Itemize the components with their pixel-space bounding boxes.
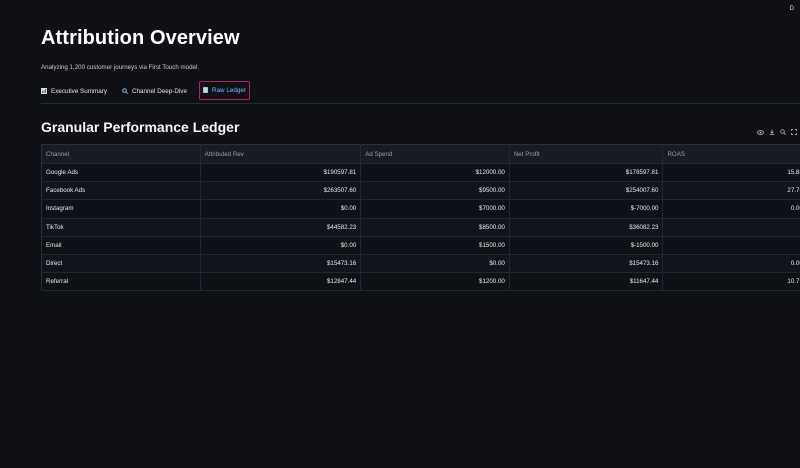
column-header-roas[interactable]: ROAS [662, 144, 800, 164]
cell-channel: TikTok [41, 218, 201, 237]
bar-chart-icon [41, 87, 47, 96]
cell-channel: Referral [41, 272, 201, 292]
cell-ad-spend: $1500.00 [360, 236, 510, 255]
cell-roas: 5. [662, 218, 800, 237]
cell-attributed-rev: $44582.23 [200, 218, 362, 237]
top-right-menu[interactable]: D [790, 6, 794, 12]
cell-attributed-rev: $263507.60 [200, 181, 362, 201]
search-icon[interactable] [780, 129, 786, 137]
cell-net-profit: $11647.44 [509, 272, 664, 292]
cell-net-profit: $36082.23 [509, 218, 664, 237]
cell-channel: Google Ads [41, 163, 201, 183]
tab-channel-deep-dive[interactable]: Channel Deep-Dive [122, 83, 187, 100]
column-header-ad-spend[interactable]: Ad Spend [360, 144, 510, 164]
document-icon [203, 86, 208, 95]
table-row[interactable]: Referral $12847.44 $1200.00 $11647.44 10… [41, 272, 800, 292]
cell-net-profit: $15473.16 [509, 254, 664, 274]
tab-executive-summary[interactable]: Executive Summary [41, 83, 107, 100]
page-subtitle: Analyzing 1,200 customer journeys via Fi… [41, 64, 200, 71]
table-header-row: Channel Attributed Rev Ad Spend Net Prof… [41, 144, 800, 164]
download-icon[interactable] [769, 129, 775, 137]
cell-net-profit: $254007.60 [509, 181, 664, 201]
tab-raw-ledger[interactable]: Raw Ledger [199, 81, 250, 100]
cell-attributed-rev: $15473.16 [200, 254, 362, 274]
cell-ad-spend: $0.00 [360, 254, 510, 274]
cell-roas: 0.00x [662, 254, 800, 274]
tab-raw-ledger-label: Raw Ledger [212, 87, 246, 94]
eye-icon[interactable] [757, 129, 764, 137]
cell-attributed-rev: $0.00 [200, 199, 362, 219]
table-row[interactable]: Email $0.00 $1500.00 $-1500.00 0. [41, 236, 800, 255]
cell-channel: Email [41, 236, 201, 255]
tab-bar: Executive Summary Channel Deep-Dive Raw … [41, 81, 800, 104]
cell-roas: 27.74x [662, 181, 800, 201]
fullscreen-icon[interactable] [791, 129, 797, 137]
column-header-net-profit[interactable]: Net Profit [509, 144, 664, 164]
cell-ad-spend: $9500.00 [360, 181, 510, 201]
ledger-table: Channel Attributed Rev Ad Spend Net Prof… [41, 144, 800, 292]
table-row[interactable]: Direct $15473.16 $0.00 $15473.16 0.00x [41, 254, 800, 274]
table-row[interactable]: Facebook Ads $263507.60 $9500.00 $254007… [41, 181, 800, 201]
cell-channel: Direct [41, 254, 201, 274]
cell-roas: 10.71x [662, 272, 800, 292]
cell-channel: Facebook Ads [41, 181, 201, 201]
tab-channel-deep-dive-label: Channel Deep-Dive [132, 88, 187, 95]
table-row[interactable]: Google Ads $190597.81 $12000.00 $178597.… [41, 163, 800, 183]
cell-attributed-rev: $12847.44 [200, 272, 362, 292]
magnifier-icon [122, 87, 128, 96]
cell-roas: 0.00x [662, 199, 800, 219]
column-header-channel[interactable]: Channel [41, 144, 201, 164]
app-window: D Attribution Overview Analyzing 1,200 c… [0, 0, 800, 468]
cell-attributed-rev: $190597.81 [200, 163, 362, 183]
cell-roas: 0. [662, 236, 800, 255]
cell-net-profit: $-7000.00 [509, 199, 664, 219]
column-header-attributed-rev[interactable]: Attributed Rev [200, 144, 362, 164]
table-row[interactable]: TikTok $44582.23 $8500.00 $36082.23 5. [41, 218, 800, 237]
cell-ad-spend: $12000.00 [360, 163, 510, 183]
cell-channel: Instagram [41, 199, 201, 219]
cell-ad-spend: $8500.00 [360, 218, 510, 237]
cell-net-profit: $178597.81 [509, 163, 664, 183]
cell-roas: 15.88x [662, 163, 800, 183]
table-row[interactable]: Instagram $0.00 $7000.00 $-7000.00 0.00x [41, 199, 800, 219]
table-toolbar [757, 128, 797, 138]
page-title: Attribution Overview [41, 27, 240, 49]
cell-net-profit: $-1500.00 [509, 236, 664, 255]
cell-ad-spend: $1200.00 [360, 272, 510, 292]
cell-attributed-rev: $0.00 [200, 236, 362, 255]
ledger-title: Granular Performance Ledger [41, 119, 240, 135]
cell-ad-spend: $7000.00 [360, 199, 510, 219]
tab-executive-summary-label: Executive Summary [51, 88, 107, 95]
